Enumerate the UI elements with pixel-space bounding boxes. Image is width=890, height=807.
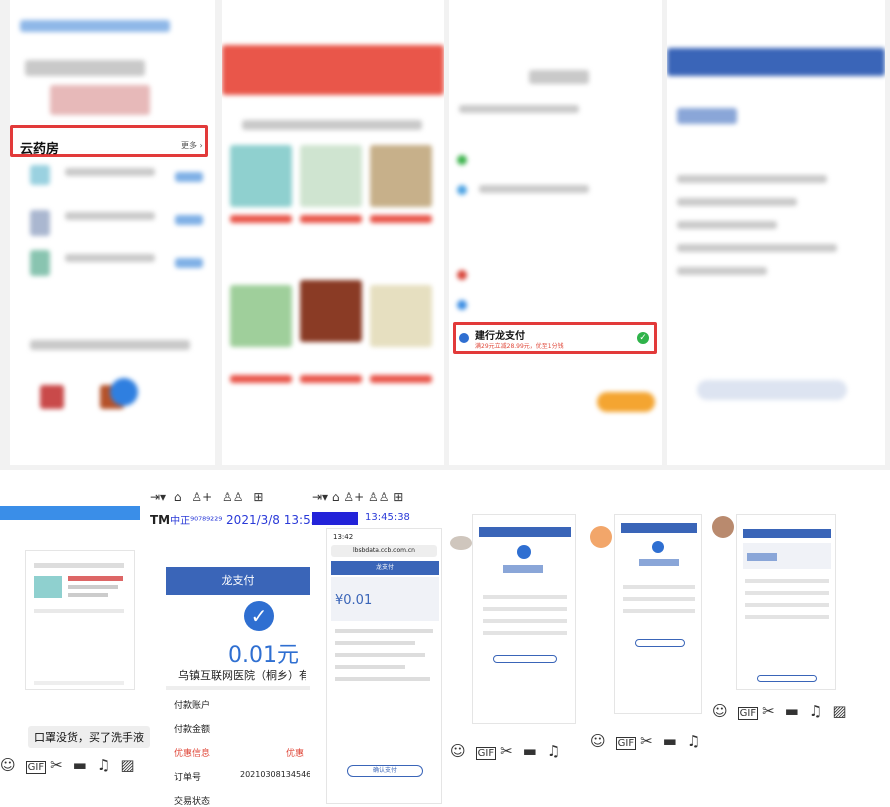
redacted-box xyxy=(312,512,358,525)
bottom-screenshot-strip: 口罩没货，买了洗手液 ☺ GIF ✂ ▬ ♫ ▨ ⇥▾ ⌂ ♙+ ♙♙ ⊞ TM中正⁹⁰⁷… xyxy=(0,470,890,807)
receipt-detail-list: 付款账户 付款金额 优惠信息 优惠 订单号 20210308134546 交易状… xyxy=(166,686,310,807)
receipt-amount: 0.01元 xyxy=(228,643,299,668)
avatar xyxy=(590,526,612,548)
url-bar[interactable]: lbsbdata.ccb.com.cn xyxy=(331,545,437,557)
top-screenshot-strip: 云药房 更多 › 建行龙支付 满29元立减28.99元，优至1分钱 ✓ xyxy=(0,0,890,470)
timestamp-line: TM中正⁹⁰⁷⁸⁹²²⁹ 2021/3/8 13:53:34 xyxy=(150,513,338,527)
order-detail-screen xyxy=(667,0,885,465)
hat-icon[interactable]: ⌂ xyxy=(174,490,182,504)
receipt-header: 龙支付 xyxy=(166,567,310,595)
row-order-number: 订单号 xyxy=(174,773,202,783)
selected-check-icon: ✓ xyxy=(637,332,649,344)
chat-toolbar-right: ☺ GIF ✂ ▬ ♫ xyxy=(590,732,707,750)
section-title: 云药房 xyxy=(20,142,60,157)
scissors-icon[interactable]: ✂ xyxy=(50,756,69,774)
chat-toolbar-far-right: ☺ GIF ✂ ▬ ♫ ▨ xyxy=(712,702,853,720)
row-payment-account: 付款账户 xyxy=(174,701,211,711)
row-order-number-value: 20210308134546 xyxy=(240,770,310,779)
chat-toolbar-mid: ☺ GIF ✂ ▬ ♫ xyxy=(450,742,567,760)
row-payment-amount: 付款金额 xyxy=(174,725,211,735)
phone-browser-screen[interactable]: 13:42 lbsbdata.ccb.com.cn 龙支付 ¥0.01 确认支付 xyxy=(326,528,442,804)
payment-option-promo: 满29元立减28.99元，优至1分钱 xyxy=(475,343,564,350)
confirm-pay-button[interactable]: 确认支付 xyxy=(347,765,423,777)
receipt-merchant: 乌镇互联网医院（桐乡）有 xyxy=(178,669,306,682)
receipt-toolbar: ⇥▾ ⌂ ♙+ ♙♙ ⊞ xyxy=(150,490,263,504)
avatar xyxy=(450,536,472,550)
add-user-icon[interactable]: ♙+ xyxy=(191,490,212,504)
more-link[interactable]: 更多 › xyxy=(181,140,203,151)
receipt-thumbnail-1[interactable] xyxy=(472,514,576,724)
chat-header-bar xyxy=(0,506,140,520)
row-discount-value: 优惠 xyxy=(286,749,305,759)
browser-time-box: 13:45:38 xyxy=(365,512,410,523)
gif-icon[interactable]: GIF xyxy=(25,761,47,774)
folder-icon[interactable]: ▬ xyxy=(73,756,93,774)
success-check-icon: ✓ xyxy=(244,601,274,631)
pharmacy-screen: 云药房 更多 › xyxy=(10,0,215,465)
add-icon[interactable]: ⊞ xyxy=(253,490,263,504)
payment-method-screen: 建行龙支付 满29元立减28.99元，优至1分钱 ✓ xyxy=(449,0,662,465)
group-icon[interactable]: ♙♙ xyxy=(222,490,244,504)
row-trade-status: 交易状态 xyxy=(174,797,211,807)
browser-toolbar: ⇥▾ ⌂ ♙+ ♙♙ ⊞ xyxy=(312,490,404,504)
chat-image-thumbnail[interactable] xyxy=(25,550,135,690)
product-grid-screen xyxy=(222,0,444,465)
avatar xyxy=(712,516,734,538)
receipt-thumbnail-3[interactable] xyxy=(736,514,836,690)
row-discount: 优惠信息 xyxy=(174,749,211,759)
share-icon[interactable]: ⇥▾ xyxy=(150,490,166,504)
browser-amount: ¥0.01 xyxy=(335,593,373,608)
music-icon[interactable]: ♫ xyxy=(97,756,116,774)
emoji-icon[interactable]: ☺ xyxy=(0,756,22,774)
chat-toolbar-left: ☺ GIF ✂ ▬ ♫ ▨ xyxy=(0,756,145,774)
receipt-thumbnail-2[interactable] xyxy=(614,514,702,714)
chat-message-bubble: 口罩没货，买了洗手液 xyxy=(28,726,150,748)
ccb-logo-icon xyxy=(459,333,469,343)
image-icon[interactable]: ▨ xyxy=(120,756,140,774)
payment-option-name[interactable]: 建行龙支付 xyxy=(475,327,525,342)
browser-header: 龙支付 xyxy=(331,561,439,575)
